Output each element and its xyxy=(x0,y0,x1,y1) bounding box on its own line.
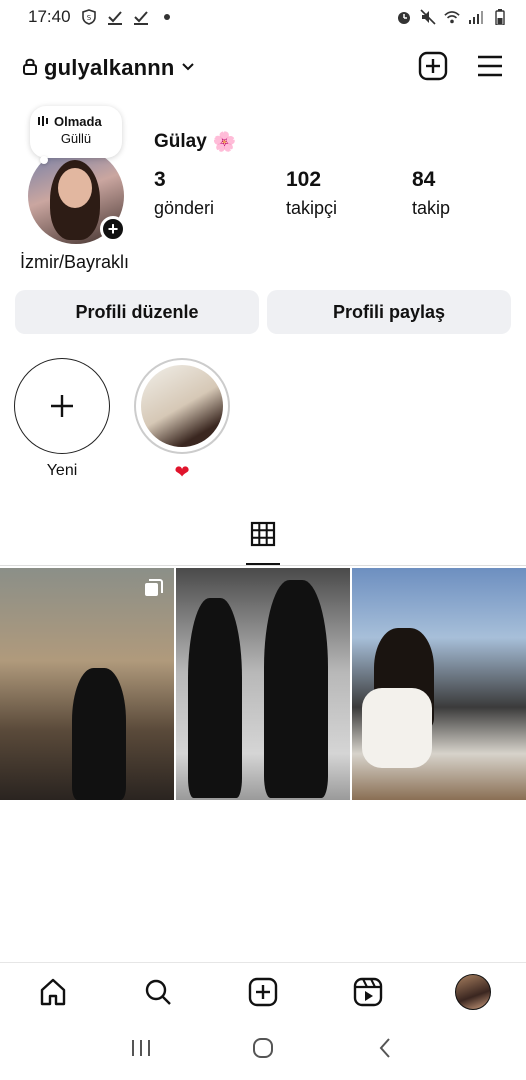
bio-location: İzmir/Bayraklı xyxy=(20,252,130,272)
share-profile-button[interactable]: Profili paylaş xyxy=(267,290,511,334)
back-icon[interactable] xyxy=(370,1033,400,1063)
profile-header: gulyalkannn xyxy=(0,44,526,92)
highlight-cover xyxy=(141,365,223,447)
alarm-icon xyxy=(396,9,412,25)
home-button-icon[interactable] xyxy=(248,1033,278,1063)
username: gulyalkannn xyxy=(44,55,175,80)
shield-icon: S xyxy=(81,9,97,25)
plus-icon xyxy=(14,358,110,454)
create-icon[interactable] xyxy=(243,972,283,1012)
display-name: Gülay 🌸 xyxy=(154,131,237,153)
post-thumbnail[interactable] xyxy=(0,568,174,800)
system-nav-bar xyxy=(0,1026,526,1070)
music-bars-icon xyxy=(38,114,48,129)
signal-icon xyxy=(468,9,484,25)
mute-icon xyxy=(420,9,436,25)
grid-icon xyxy=(250,521,276,552)
highlight-label: Yeni xyxy=(46,462,78,479)
post-thumbnail[interactable] xyxy=(352,568,526,800)
recent-apps-icon[interactable] xyxy=(126,1033,156,1063)
highlight-new[interactable]: Yeni xyxy=(14,358,110,480)
check-download-icon xyxy=(133,9,149,25)
stat-posts[interactable]: 3 gönderi xyxy=(154,168,214,219)
note-tail xyxy=(40,156,48,164)
post-thumbnail[interactable] xyxy=(176,568,350,800)
edit-profile-button[interactable]: Profili düzenle xyxy=(15,290,259,334)
reels-icon[interactable] xyxy=(348,972,388,1012)
bottom-nav xyxy=(0,962,526,1020)
dot-icon xyxy=(159,9,175,25)
check-download-icon xyxy=(107,9,123,25)
avatar xyxy=(455,973,492,1010)
note-subtitle: Güllü xyxy=(60,131,92,146)
lock-icon xyxy=(22,57,38,80)
wifi-icon xyxy=(444,9,460,25)
divider xyxy=(0,565,526,566)
battery-icon xyxy=(492,9,508,25)
profile-tab[interactable] xyxy=(453,972,493,1012)
chevron-down-icon xyxy=(181,59,195,77)
home-icon[interactable] xyxy=(33,972,73,1012)
note-bubble[interactable]: Olmada Güllü xyxy=(30,106,122,158)
note-title: Olmada xyxy=(54,114,102,129)
stat-followers[interactable]: 102 takipçi xyxy=(286,168,337,219)
highlight-item[interactable]: ❤ xyxy=(134,358,230,483)
add-story-icon[interactable]: + xyxy=(100,216,126,242)
create-post-icon[interactable] xyxy=(418,51,448,86)
status-bar: 17:40 S xyxy=(0,0,526,34)
multiple-photos-icon xyxy=(145,579,163,596)
stat-following[interactable]: 84 takip xyxy=(412,168,450,219)
flower-emoji: 🌸 xyxy=(212,132,237,153)
highlight-label: ❤ xyxy=(174,462,190,482)
search-icon[interactable] xyxy=(138,972,178,1012)
status-time: 17:40 xyxy=(28,7,71,26)
account-switcher[interactable]: gulyalkannn xyxy=(22,55,195,81)
grid-tab[interactable] xyxy=(245,518,281,554)
svg-text:S: S xyxy=(86,14,91,22)
menu-icon[interactable] xyxy=(476,54,504,83)
